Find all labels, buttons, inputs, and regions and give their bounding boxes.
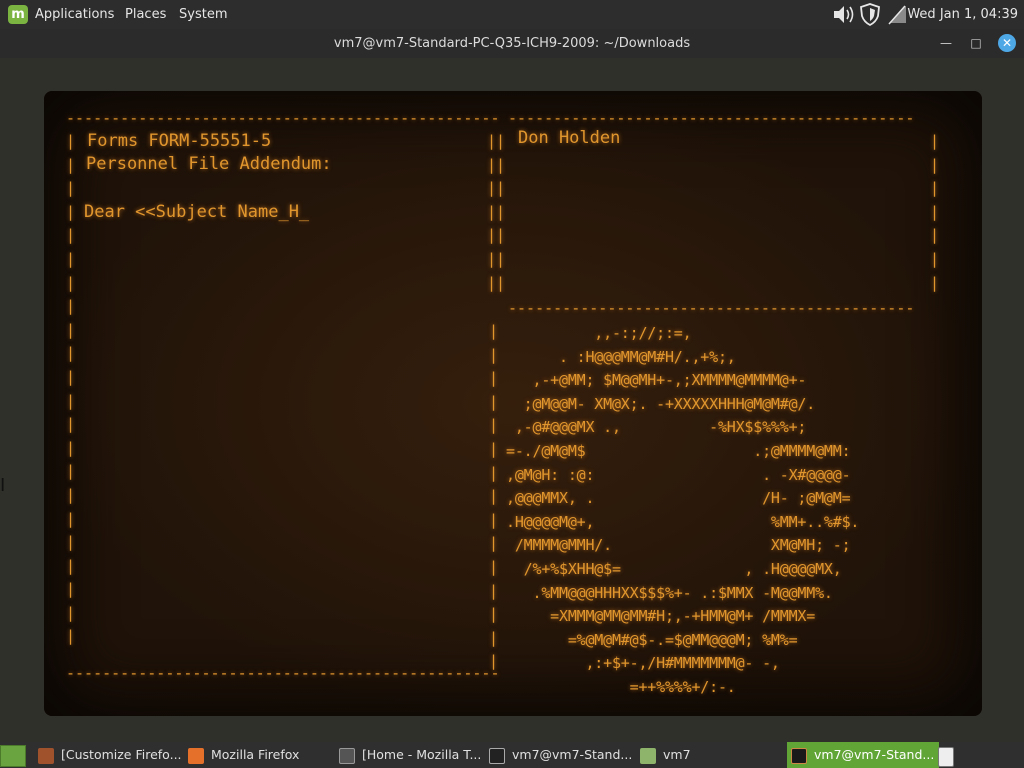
top-panel: m Applications Places System Wed Jan 1, … [0,0,1024,29]
notes-icon [938,747,954,767]
show-desktop-button[interactable] [0,745,26,767]
task-terminal-1[interactable]: vm7@vm7-Stand... [489,742,634,768]
task-customize-firefox[interactable]: [Customize Firefo... [38,742,183,768]
task-mozilla-firefox[interactable]: Mozilla Firefox [188,742,328,768]
volume-icon[interactable] [830,0,856,29]
window-title: vm7@vm7-Standard-PC-Q35-ICH9-2009: ~/Dow… [333,36,691,51]
menu-places[interactable]: Places [125,7,166,22]
terminal-titlebar[interactable]: vm7@vm7-Standard-PC-Q35-ICH9-2009: ~/Dow… [0,29,1024,58]
network-icon[interactable] [886,0,908,29]
clock[interactable]: Wed Jan 1, 04:39 [907,7,1018,22]
menu-system[interactable]: System [179,7,227,22]
text-cursor-icon: I [0,475,6,496]
terminal-icon [489,747,505,764]
menu-applications[interactable]: Applications [35,7,114,22]
folder-icon [640,747,656,764]
taskbar: [Customize Firefo... Mozilla Firefox [Ho… [0,742,1024,768]
task-terminal-active[interactable]: vm7@vm7-Stand... [787,742,939,768]
shield-icon[interactable] [858,0,882,29]
minimize-button[interactable]: — [937,34,955,52]
firefox-icon [188,747,204,764]
crt-screen [44,91,982,716]
firefox-icon [38,747,54,764]
terminal-icon [791,747,807,764]
notes-applet[interactable] [938,742,960,768]
mint-menu-icon[interactable]: m [8,5,28,24]
task-thunderbird[interactable]: [Home - Mozilla T... [339,742,484,768]
close-button[interactable]: ✕ [998,34,1016,52]
maximize-button[interactable]: □ [967,34,985,52]
task-folder-vm7[interactable]: vm7 [640,742,780,768]
thunderbird-icon [339,747,355,764]
